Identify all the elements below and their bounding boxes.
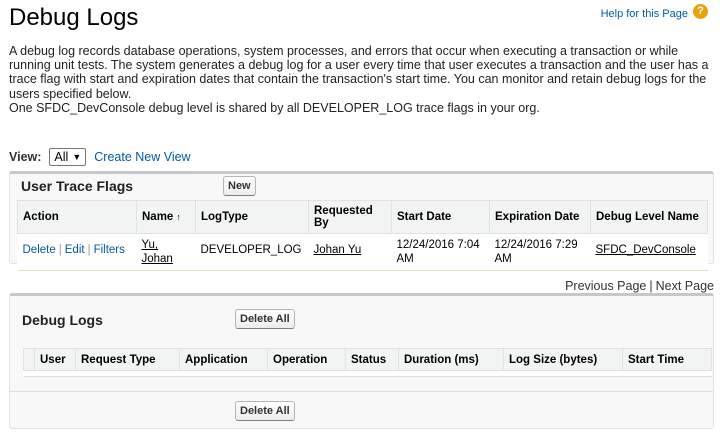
requested-by-link[interactable]: Johan Yu bbox=[314, 244, 362, 256]
column-header-start-date: Start Date bbox=[391, 200, 490, 234]
table-header-row: User Request Type Application Operation … bbox=[23, 348, 712, 371]
trace-flags-title: User Trace Flags bbox=[21, 178, 134, 194]
log-type-cell: DEVELOPER_LOG bbox=[195, 233, 309, 271]
debug-logs-panel: Debug Logs Delete All User Request Type … bbox=[9, 293, 714, 429]
column-header-application: Application bbox=[179, 348, 268, 371]
column-header-action: Action bbox=[17, 200, 137, 234]
page-title: Debug Logs bbox=[9, 4, 139, 31]
column-header-status: Status bbox=[345, 348, 399, 371]
column-header-logtype: LogType bbox=[195, 200, 309, 234]
view-select-value: All bbox=[54, 150, 69, 164]
user-name-line2: Johan bbox=[141, 253, 173, 265]
delete-link[interactable]: Delete bbox=[23, 244, 56, 256]
previous-page-link[interactable]: Previous Page bbox=[565, 279, 646, 293]
create-new-view-link[interactable]: Create New View bbox=[94, 150, 190, 164]
action-cell: Delete | Edit | Filters bbox=[17, 233, 137, 271]
delete-all-button-top[interactable]: Delete All bbox=[235, 309, 295, 329]
pager-separator: | bbox=[649, 279, 653, 293]
help-icon[interactable]: ? bbox=[693, 4, 708, 19]
column-header-start-time: Start Time bbox=[622, 348, 712, 371]
debug-level-link[interactable]: SFDC_DevConsole bbox=[596, 244, 696, 256]
column-header-name-label: Name bbox=[142, 211, 174, 223]
user-trace-flags-panel: User Trace Flags New Action Name ↑ LogTyp… bbox=[9, 171, 714, 271]
chevron-down-icon: ▼ bbox=[72, 152, 82, 162]
next-page-link[interactable]: Next Page bbox=[656, 279, 714, 293]
column-header-operation: Operation bbox=[267, 348, 346, 371]
intro-note: One SFDC_DevConsole debug level is share… bbox=[9, 100, 540, 115]
user-name-link[interactable]: Yu, Johan bbox=[142, 239, 173, 265]
table-row: Delete | Edit | Filters Yu, Johan DEVELOPER_L… bbox=[17, 233, 708, 271]
view-row: View: All ▼ Create New View bbox=[9, 148, 191, 166]
view-select[interactable]: All ▼ bbox=[49, 148, 87, 166]
column-header-debug-level: Debug Level Name bbox=[590, 200, 708, 234]
column-header-request-type: Request Type bbox=[75, 348, 180, 371]
sort-ascending-icon: ↑ bbox=[176, 212, 181, 222]
delete-all-button-bottom[interactable]: Delete All bbox=[235, 401, 295, 421]
edit-link[interactable]: Edit bbox=[65, 244, 85, 256]
table-header-row: Action Name ↑ LogType Requested By Start … bbox=[17, 200, 708, 234]
column-header-log-size: Log Size (bytes) bbox=[503, 348, 623, 371]
intro-paragraph: A debug log records database operations,… bbox=[9, 44, 709, 101]
panel-divider bbox=[10, 391, 713, 392]
column-header-requested-by: Requested By bbox=[308, 200, 392, 234]
intro-text: A debug log records database operations,… bbox=[9, 44, 714, 115]
debug-level-cell: SFDC_DevConsole bbox=[590, 233, 708, 271]
column-header-name[interactable]: Name ↑ bbox=[136, 200, 196, 234]
debug-logs-table: User Request Type Application Operation … bbox=[23, 348, 712, 377]
column-header-duration: Duration (ms) bbox=[398, 348, 504, 371]
start-date-cell: 12/24/2016 7:04 AM bbox=[391, 233, 490, 271]
new-trace-flag-button[interactable]: New bbox=[223, 176, 256, 196]
action-separator: | bbox=[87, 244, 91, 256]
empty-row bbox=[23, 370, 712, 377]
name-cell[interactable]: Yu, Johan bbox=[136, 233, 196, 271]
filters-link[interactable]: Filters bbox=[94, 244, 125, 256]
trace-flags-table: Action Name ↑ LogType Requested By Start … bbox=[17, 200, 708, 271]
requested-by-cell: Johan Yu bbox=[308, 233, 392, 271]
pagination: Previous Page | Next Page bbox=[565, 279, 714, 293]
column-header-user: User bbox=[34, 348, 76, 371]
help-link[interactable]: Help for this Page bbox=[601, 8, 688, 20]
debug-logs-title: Debug Logs bbox=[22, 312, 103, 328]
column-header-checkbox bbox=[23, 348, 35, 371]
column-header-expiration-date: Expiration Date bbox=[489, 200, 591, 234]
expiration-date-cell: 12/24/2016 7:29 AM bbox=[489, 233, 591, 271]
action-separator: | bbox=[58, 244, 62, 256]
view-label: View: bbox=[9, 150, 42, 164]
user-name-line1: Yu, bbox=[141, 239, 159, 251]
